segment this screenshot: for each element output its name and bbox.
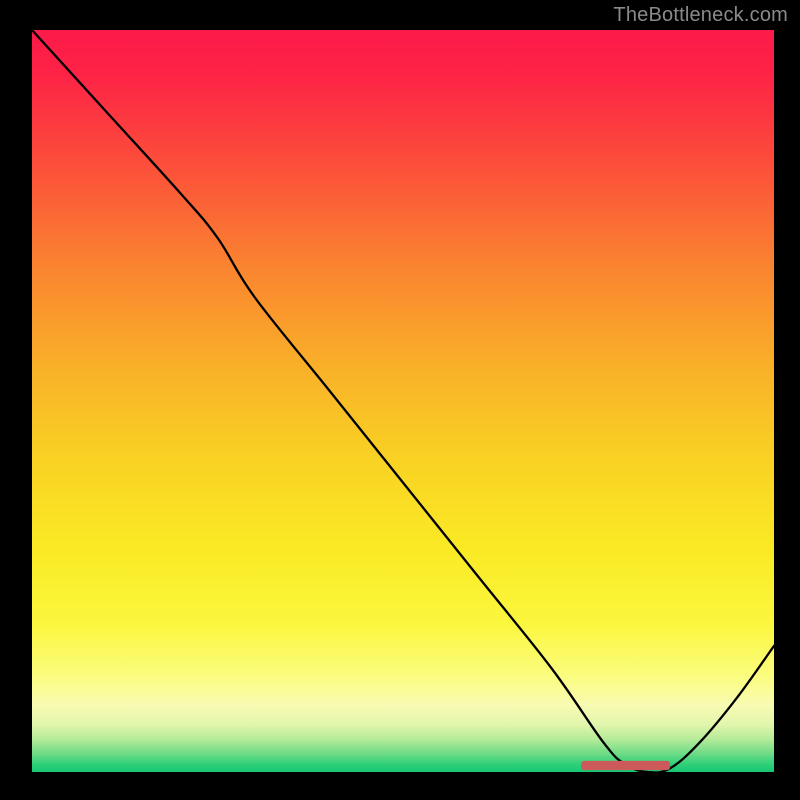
attribution-label: TheBottleneck.com <box>613 4 788 27</box>
bottleneck-chart <box>32 30 774 772</box>
plot-area <box>32 30 774 772</box>
gradient-background <box>32 30 774 772</box>
chart-frame: TheBottleneck.com <box>0 0 800 800</box>
optimal-range-marker <box>581 761 670 770</box>
